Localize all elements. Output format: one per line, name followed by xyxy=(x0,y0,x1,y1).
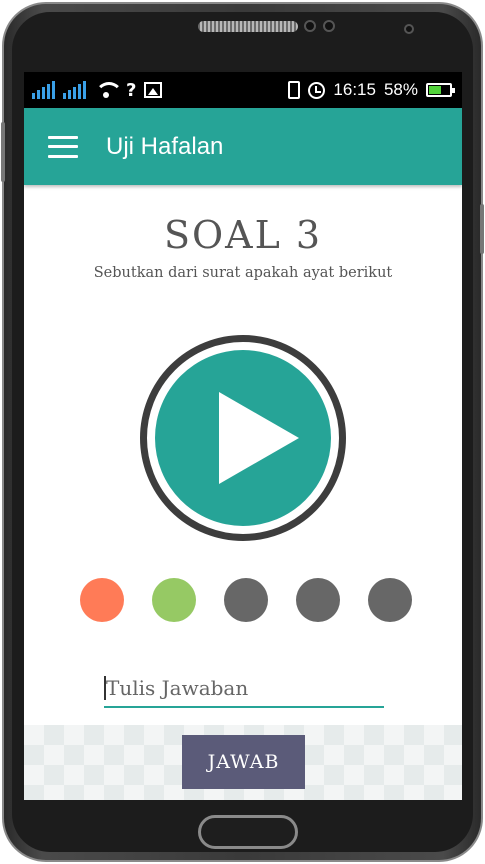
answer-field-wrap xyxy=(104,670,384,710)
text-cursor xyxy=(104,676,106,700)
submit-answer-button[interactable]: JAWAB xyxy=(182,735,305,789)
status-time: 16:15 xyxy=(333,80,376,99)
progress-dot xyxy=(368,578,412,622)
progress-dot xyxy=(224,578,268,622)
battery-icon xyxy=(426,83,455,97)
wifi-icon xyxy=(94,81,123,99)
answer-input[interactable] xyxy=(104,670,384,708)
alarm-icon xyxy=(308,81,326,99)
quiz-content: SOAL 3 Sebutkan dari surat apakah ayat b… xyxy=(24,185,462,800)
progress-dots xyxy=(80,578,412,622)
play-button-circle xyxy=(155,350,331,526)
status-bar: ? 16:15 58% xyxy=(24,72,462,108)
proximity-sensor-icon xyxy=(323,20,335,32)
progress-dot xyxy=(296,578,340,622)
signal-bars-icon xyxy=(32,81,55,99)
volume-button xyxy=(1,122,5,182)
app-bar: Uji Hafalan xyxy=(24,108,462,185)
signal-bars-icon xyxy=(63,81,86,99)
play-audio-button[interactable] xyxy=(140,335,346,541)
image-icon xyxy=(144,82,163,98)
home-button[interactable] xyxy=(198,815,298,849)
progress-dot xyxy=(80,578,124,622)
front-camera-icon xyxy=(304,20,316,32)
question-title: SOAL 3 xyxy=(163,213,323,257)
battery-level xyxy=(429,86,441,94)
light-sensor-icon xyxy=(404,24,414,34)
battery-percent: 58% xyxy=(383,80,418,99)
hamburger-menu-icon[interactable] xyxy=(48,135,78,158)
question-subtitle: Sebutkan dari surat apakah ayat berikut xyxy=(93,265,393,281)
screen: ? 16:15 58% Uji Hafalan SOAL 3 Sebutkan … xyxy=(24,72,462,800)
play-icon xyxy=(219,392,299,484)
power-button xyxy=(480,204,484,254)
progress-dot xyxy=(152,578,196,622)
earpiece-speaker xyxy=(198,21,298,32)
no-connection-icon: ? xyxy=(126,79,137,101)
vibrate-icon xyxy=(288,81,301,99)
app-title: Uji Hafalan xyxy=(106,132,224,160)
